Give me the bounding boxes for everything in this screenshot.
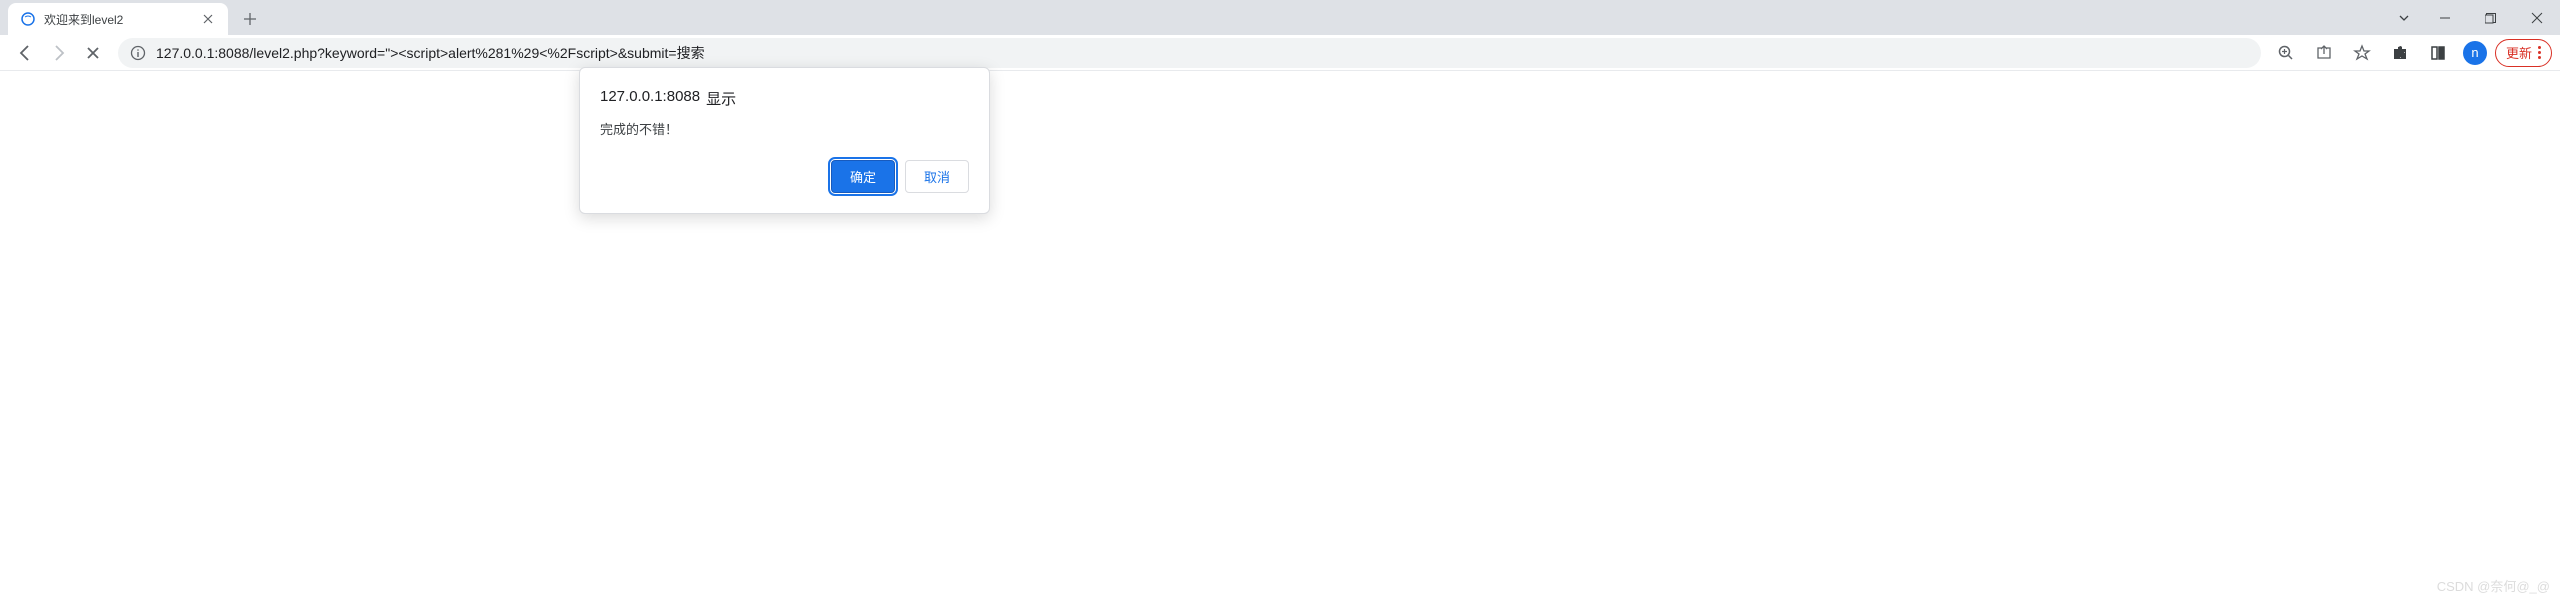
address-bar[interactable]: 127.0.0.1:8088/level2.php?keyword="><scr… (118, 38, 2261, 68)
back-button[interactable] (8, 36, 42, 70)
dialog-says: 显示 (706, 88, 736, 109)
browser-toolbar: 127.0.0.1:8088/level2.php?keyword="><scr… (0, 35, 2560, 71)
profile-letter: n (2471, 45, 2478, 60)
dialog-footer: 确定 取消 (600, 160, 969, 193)
tab-favicon-icon (20, 11, 36, 27)
extensions-icon[interactable] (2383, 36, 2417, 70)
zoom-icon[interactable] (2269, 36, 2303, 70)
maximize-button[interactable] (2468, 0, 2514, 35)
window-controls (2386, 0, 2560, 35)
ok-button[interactable]: 确定 (831, 160, 895, 193)
forward-button[interactable] (42, 36, 76, 70)
active-tab[interactable]: 欢迎来到level2 (8, 3, 228, 35)
new-tab-button[interactable] (236, 5, 264, 33)
chevron-down-icon[interactable] (2386, 0, 2422, 35)
dialog-header: 127.0.0.1:8088 显示 (600, 88, 969, 109)
url-text: 127.0.0.1:8088/level2.php?keyword="><scr… (156, 43, 2249, 63)
alert-dialog: 127.0.0.1:8088 显示 完成的不错！ 确定 取消 (579, 67, 990, 214)
minimize-button[interactable] (2422, 0, 2468, 35)
title-bar: 欢迎来到level2 (0, 0, 2560, 35)
reading-list-icon[interactable] (2421, 36, 2455, 70)
menu-dots-icon (2538, 46, 2541, 59)
cancel-button[interactable]: 取消 (905, 160, 969, 193)
update-label: 更新 (2506, 43, 2532, 62)
site-info-icon[interactable] (130, 45, 146, 61)
stop-button[interactable] (76, 36, 110, 70)
toolbar-right: n 更新 (2269, 36, 2552, 70)
close-window-button[interactable] (2514, 0, 2560, 35)
content-area: 127.0.0.1:8088 显示 完成的不错！ 确定 取消 CSDN @奈何@… (0, 71, 2560, 601)
share-icon[interactable] (2307, 36, 2341, 70)
close-icon[interactable] (200, 11, 216, 27)
dialog-origin: 127.0.0.1:8088 (600, 88, 700, 109)
update-button[interactable]: 更新 (2495, 39, 2552, 67)
bookmark-icon[interactable] (2345, 36, 2379, 70)
watermark: CSDN @奈何@_@ (2437, 576, 2550, 595)
dialog-message: 完成的不错！ (600, 119, 969, 138)
tab-title: 欢迎来到level2 (44, 11, 200, 28)
profile-avatar[interactable]: n (2463, 41, 2487, 65)
